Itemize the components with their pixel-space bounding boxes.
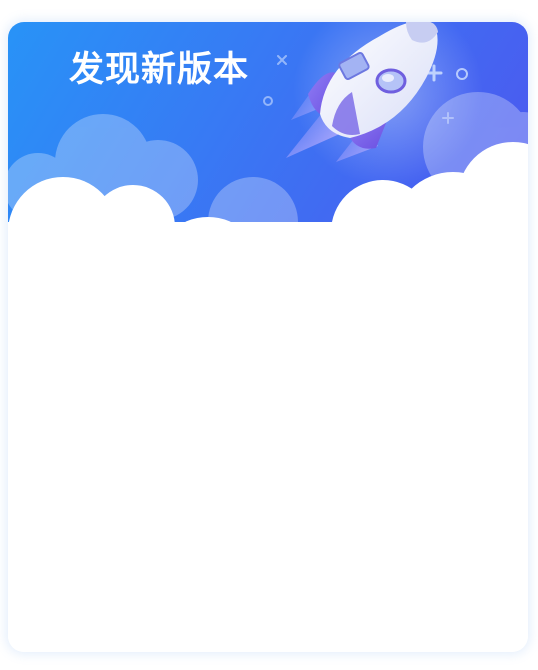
update-dialog: 发现新版本 (8, 22, 528, 652)
dialog-content (8, 322, 528, 652)
update-banner: 发现新版本 (8, 22, 528, 322)
dialog-title: 发现新版本 (69, 50, 250, 90)
